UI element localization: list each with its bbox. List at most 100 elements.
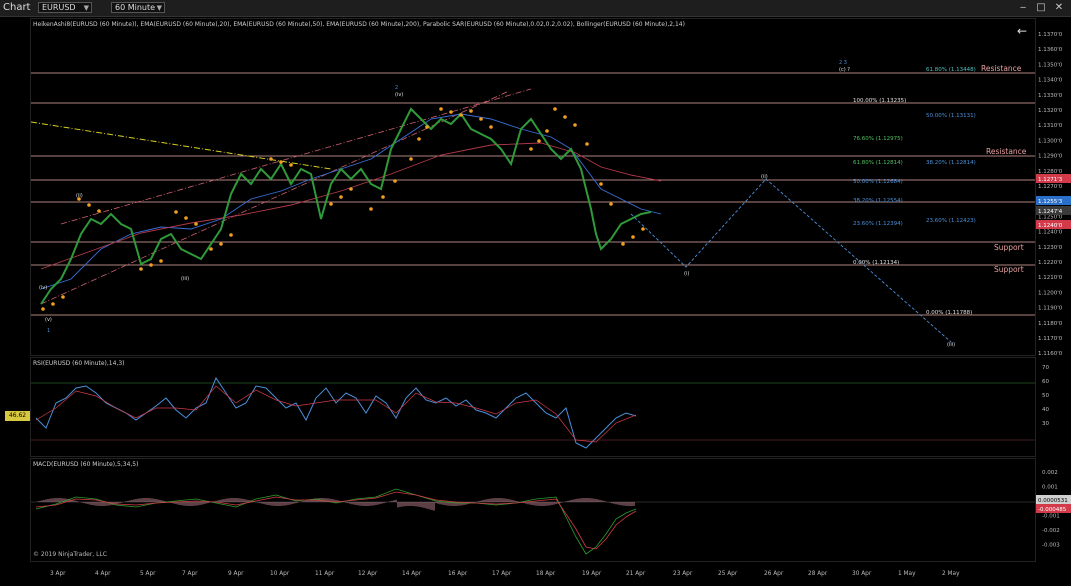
price-tick: 1.1180'0 bbox=[1038, 321, 1063, 327]
date-tick: 4 Apr bbox=[95, 571, 111, 577]
window-title: Chart bbox=[3, 2, 31, 13]
close-button[interactable]: ✕ bbox=[1052, 1, 1066, 14]
price-tick: 1.1200'0 bbox=[1038, 290, 1063, 296]
rsi-tick: 60 bbox=[1042, 379, 1049, 385]
macd-axis-svg: 0.0020.0010-0.001-0.002-0.003 0.0000531-… bbox=[1036, 470, 1071, 549]
maximize-button[interactable]: □ bbox=[1034, 1, 1048, 14]
wave-label: (c) ? bbox=[839, 67, 850, 73]
rsi-tick: 50 bbox=[1042, 393, 1049, 399]
price-tick: 1.1270'0 bbox=[1038, 184, 1063, 190]
price-tick: 1.1350'0 bbox=[1038, 62, 1063, 68]
fib-label-right: 23.60% (1.12423) bbox=[926, 218, 976, 224]
date-tick: 26 Apr bbox=[764, 571, 784, 577]
macd-tick: -0.003 bbox=[1042, 543, 1060, 549]
price-tick: 1.1340'0 bbox=[1038, 78, 1063, 84]
fib-label-right: 38.20% (1.12814) bbox=[926, 160, 976, 166]
trend-line bbox=[31, 121, 332, 170]
fib-label-left: 23.60% (1.12394) bbox=[853, 221, 903, 227]
date-tick: 18 Apr bbox=[536, 571, 556, 577]
rsi-tick: 70 bbox=[1042, 365, 1049, 371]
date-tick: 19 Apr bbox=[582, 571, 602, 577]
rsi-tick: 40 bbox=[1042, 407, 1049, 413]
price-tick: 1.1360'0 bbox=[1038, 47, 1063, 53]
rsi-tick: 30 bbox=[1042, 421, 1049, 427]
date-tick: 3 Apr bbox=[50, 571, 66, 577]
chevron-down-icon[interactable]: ▼ bbox=[84, 3, 89, 13]
fib-label-right: 0.00% (1.11788) bbox=[926, 310, 972, 316]
zone-label: Support bbox=[994, 265, 1024, 274]
wave-label: (iii) bbox=[181, 276, 189, 282]
interval-value: 60 Minute bbox=[115, 3, 156, 12]
price-tick: 1.1190'0 bbox=[1038, 306, 1063, 312]
date-tick: 2 May bbox=[942, 571, 960, 577]
price-tick: 1.1290'0 bbox=[1038, 154, 1063, 160]
date-axis: 3 Apr 4 Apr 5 Apr 7 Apr 9 Apr 10 Apr 11 Apr 12 … bbox=[30, 563, 1036, 582]
date-tick: 16 Apr bbox=[448, 571, 468, 577]
price-tick: 1.1220'0 bbox=[1038, 260, 1063, 266]
price-ticks: 1.1370'0 1.1360'0 1.1350'0 1.1340'0 1.1330'0… bbox=[1038, 32, 1063, 357]
fib-label-right: 61.80% (1.13448) bbox=[926, 67, 976, 73]
rsi-pane[interactable]: RSI(EURUSD (60 Minute),14,3) bbox=[30, 357, 1036, 457]
macd-tick: 0.001 bbox=[1042, 485, 1058, 491]
date-tick: 30 Apr bbox=[852, 571, 872, 577]
ema-line bbox=[40, 113, 662, 290]
rsi-axis: 70 60 50 40 30 bbox=[1036, 357, 1071, 457]
wave-label: 1 bbox=[47, 328, 50, 334]
macd-pane[interactable]: MACD(EURUSD (60 Minute),5,34,5) bbox=[30, 458, 1036, 562]
price-axis-svg: 1.1370'0 1.1360'0 1.1350'0 1.1340'0 1.1330'0… bbox=[1036, 32, 1071, 357]
price-axis: 1.1370'0 1.1360'0 1.1350'0 1.1340'0 1.1330'0… bbox=[1036, 18, 1071, 357]
date-tick: 21 Apr bbox=[626, 571, 646, 577]
wave-label: (iv) bbox=[395, 92, 403, 98]
symbol-selector[interactable]: EURUSD ▼ bbox=[38, 2, 92, 13]
price-badge-text: 1.1271'3 bbox=[1038, 177, 1063, 183]
rsi-chart[interactable] bbox=[31, 358, 1035, 456]
macd-line bbox=[35, 488, 637, 555]
price-tick: 1.1160'0 bbox=[1038, 351, 1063, 356]
price-chart[interactable]: 100.00% (1.13235) 76.60% (1.12975) 61.80… bbox=[31, 19, 1035, 355]
zone-label: Resistance bbox=[986, 147, 1027, 156]
macd-badge-text: -0.000485 bbox=[1038, 507, 1067, 513]
symbol-value: EURUSD bbox=[42, 3, 76, 12]
price-tick: 1.1280'0 bbox=[1038, 169, 1063, 175]
date-axis-svg: 3 Apr 4 Apr 5 Apr 7 Apr 9 Apr 10 Apr 11 Apr 12 … bbox=[50, 571, 960, 577]
price-tick: 1.1210'0 bbox=[1038, 275, 1063, 281]
date-tick: 25 Apr bbox=[718, 571, 738, 577]
fib-levels: 100.00% (1.13235) 76.60% (1.12975) 61.80… bbox=[853, 67, 976, 316]
wave-label: 2 bbox=[395, 85, 398, 91]
fib-label-left: 76.60% (1.12975) bbox=[853, 136, 903, 142]
macd-tick: 0.002 bbox=[1042, 470, 1058, 476]
date-tick: 12 Apr bbox=[358, 571, 378, 577]
fib-label-left: 61.80% (1.12814) bbox=[853, 160, 903, 166]
copyright-text: © 2019 NinjaTrader, LLC bbox=[33, 551, 107, 558]
price-tick: 1.1370'0 bbox=[1038, 32, 1063, 38]
rsi-value-badge: 46.62 bbox=[5, 411, 30, 421]
macd-tick: -0.001 bbox=[1042, 514, 1060, 520]
wave-label: (ii) bbox=[76, 193, 83, 199]
wave-label: (i) bbox=[684, 271, 689, 277]
date-tick: 11 Apr bbox=[315, 571, 335, 577]
price-tick: 1.1240'0 bbox=[1038, 230, 1063, 236]
minimize-button[interactable]: ‒ bbox=[1016, 1, 1030, 14]
price-tick: 1.1320'0 bbox=[1038, 108, 1063, 114]
wave-label: (ii) bbox=[761, 174, 768, 180]
fib-label-left: 38.20% (1.12554) bbox=[853, 198, 903, 204]
fib-label-left: 50.00% (1.12684) bbox=[853, 179, 903, 185]
macd-badge-text: 0.0000531 bbox=[1038, 498, 1068, 504]
price-badge-text: 1.1240'0 bbox=[1038, 223, 1063, 229]
wave-label: (iv) bbox=[39, 285, 47, 291]
price-pane[interactable]: 100.00% (1.13235) 76.60% (1.12975) 61.80… bbox=[30, 18, 1036, 356]
date-tick: 17 Apr bbox=[492, 571, 512, 577]
macd-label: MACD(EURUSD (60 Minute),5,34,5) bbox=[33, 461, 139, 468]
wave-label: 2 3 bbox=[839, 60, 847, 66]
top-toolbar: Chart EURUSD ▼ 60 Minute ▼ ‒ □ ✕ bbox=[0, 0, 1071, 17]
ema-line bbox=[40, 142, 662, 270]
price-badges: 1.1271'3 1.1255'3 1.1247'4 1.1240'0 bbox=[1036, 174, 1071, 229]
fib-label-left: 100.00% (1.13235) bbox=[853, 98, 906, 104]
back-arrow-icon[interactable]: ← bbox=[1017, 24, 1027, 38]
macd-chart[interactable] bbox=[31, 459, 1035, 561]
fib-label-left: 0.00% (1.12134) bbox=[853, 260, 899, 266]
interval-selector[interactable]: 60 Minute ▼ bbox=[111, 2, 165, 13]
price-tick: 1.1330'0 bbox=[1038, 93, 1063, 99]
price-tick: 1.1170'0 bbox=[1038, 336, 1063, 342]
chevron-down-icon[interactable]: ▼ bbox=[157, 3, 162, 13]
